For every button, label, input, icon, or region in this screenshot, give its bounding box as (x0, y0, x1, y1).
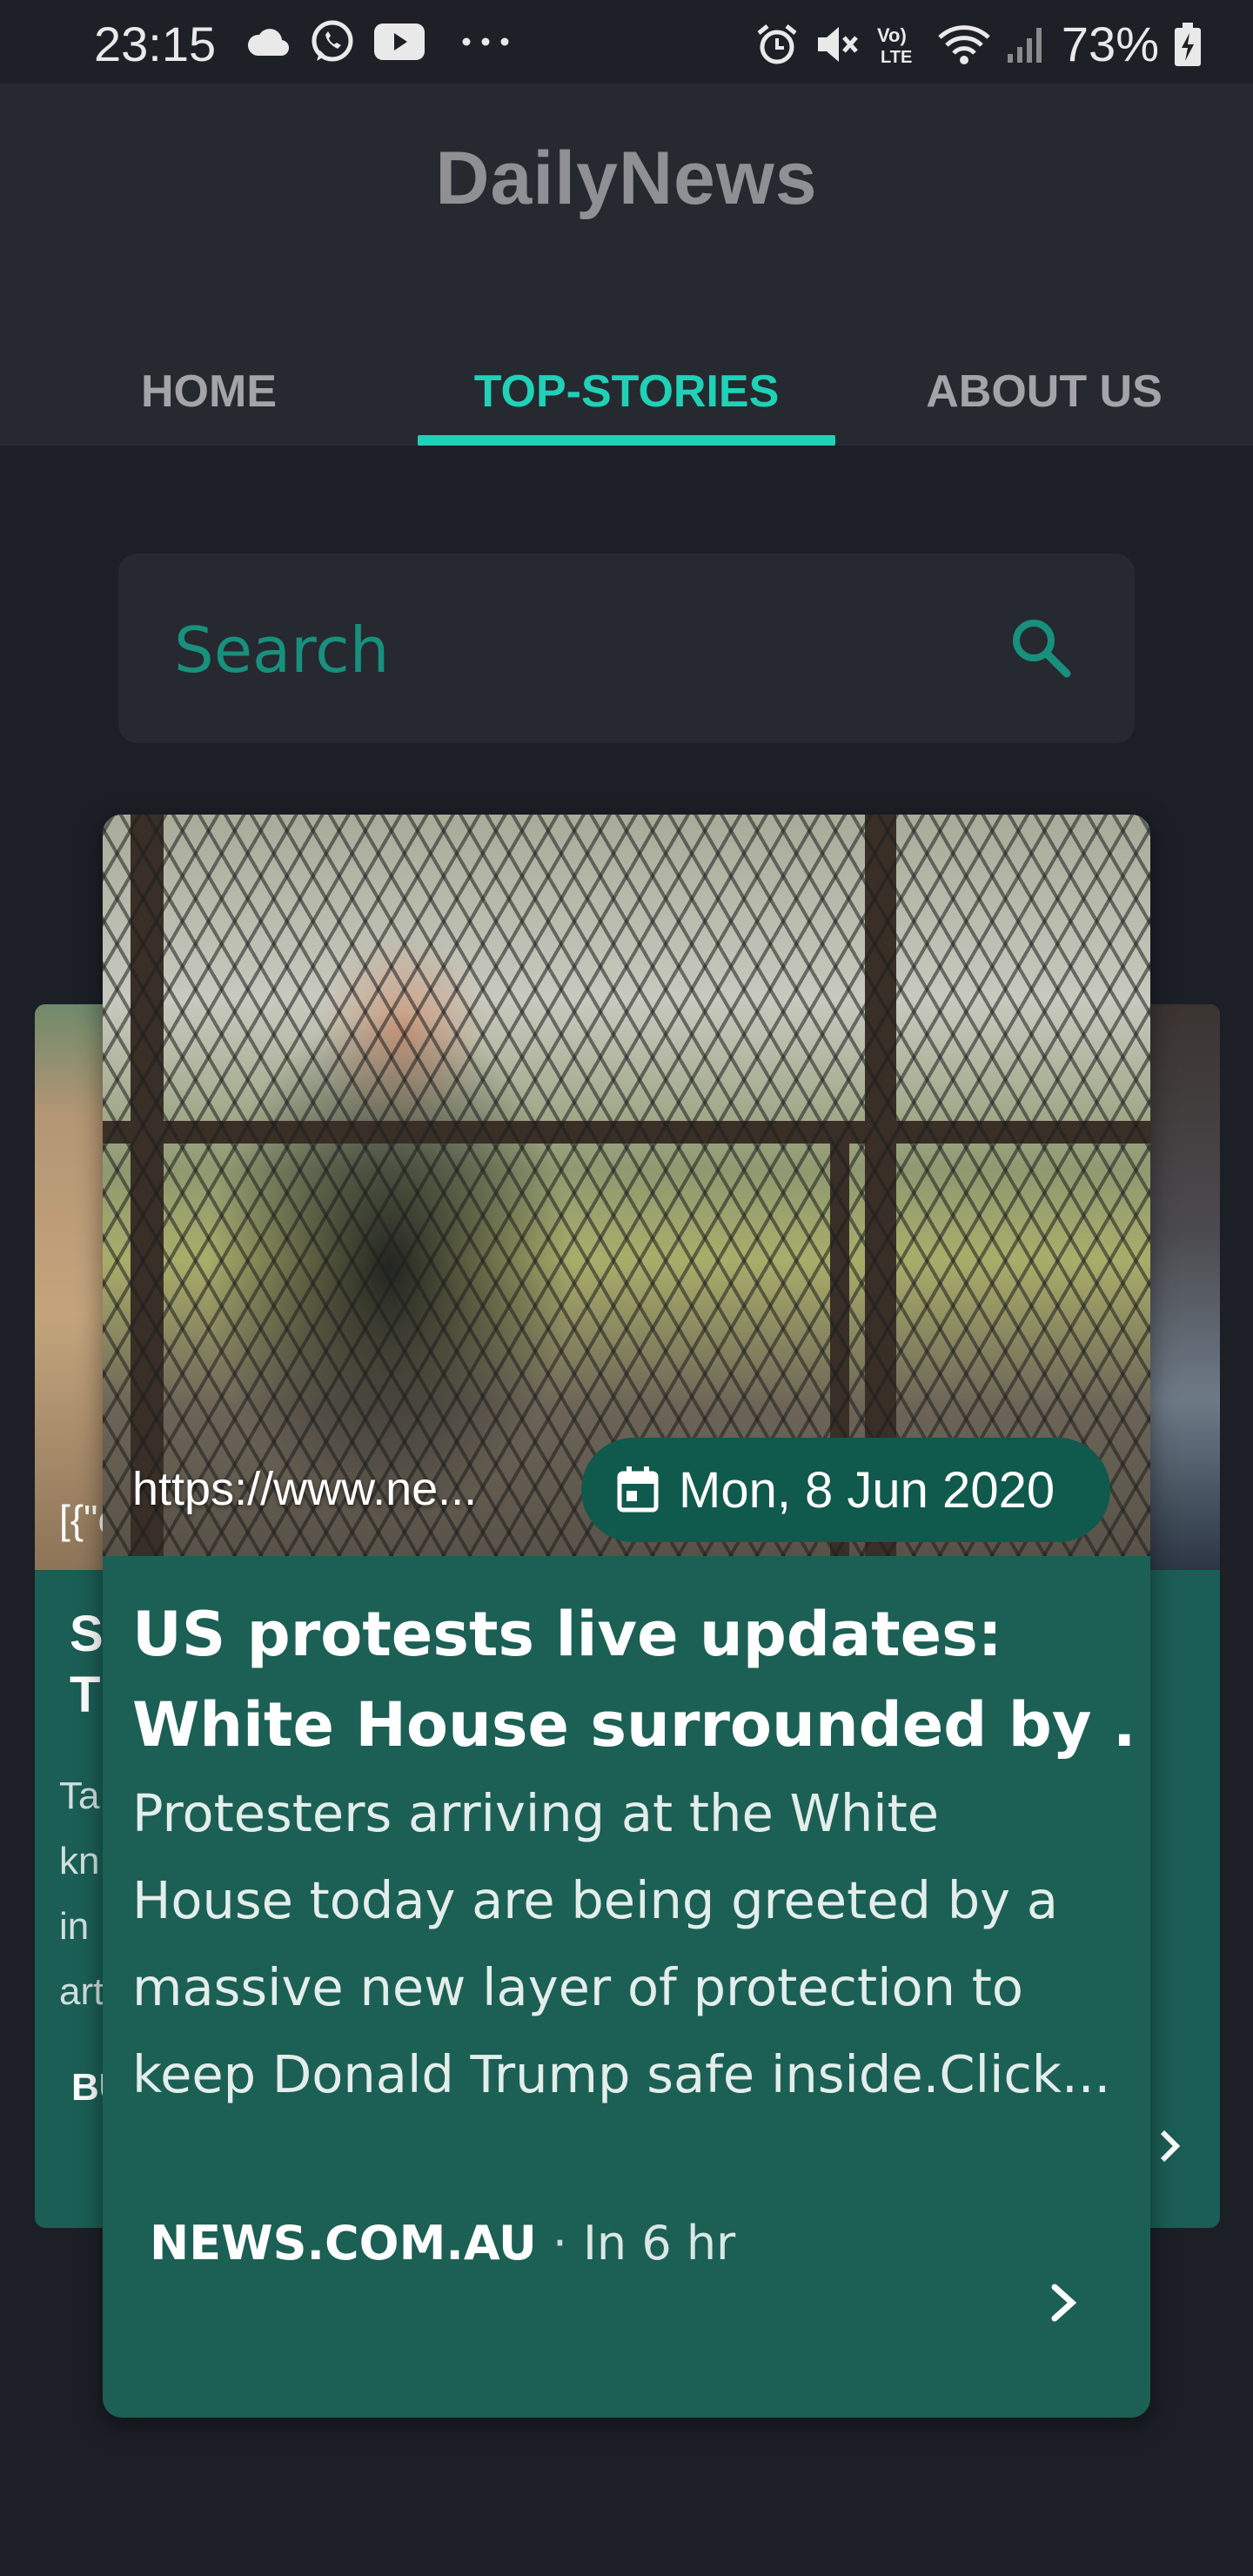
status-right-icons: Vo) LTE 73% (755, 16, 1201, 72)
search-input[interactable] (172, 606, 959, 694)
volte-icon: Vo) LTE (877, 24, 912, 66)
more-dots-icon (462, 37, 509, 46)
news-card-title: US protests live updates: White House su… (132, 1589, 1133, 1770)
prev-card-desc-line: Ta (59, 1774, 100, 1817)
calendar-icon (617, 1466, 659, 1513)
title-line: White House surrounded by ... (132, 1689, 1133, 1761)
chevron-right-icon[interactable] (1046, 2280, 1081, 2325)
whatsapp-icon (312, 20, 353, 62)
next-news-card[interactable] (1140, 1004, 1220, 2228)
search-box (118, 553, 1135, 743)
status-bar: 23:15 Vo) LTE 73% (0, 0, 1253, 84)
prev-card-desc-line: art (59, 1970, 104, 2013)
meta-separator: · (552, 2216, 567, 2271)
news-card-url[interactable]: https://www.ne... (132, 1462, 477, 1516)
publish-time: In 6 hr (583, 2216, 736, 2271)
description-line: massive new layer of protection to (132, 1957, 1023, 2017)
mute-icon (817, 26, 858, 62)
battery-percent: 73% (1061, 17, 1159, 71)
prev-card-desc-line: in (59, 1905, 90, 1948)
app-bar: DailyNews HOME TOP-STORIES ABOUT US (0, 84, 1253, 446)
app-title: DailyNews (435, 137, 818, 220)
news-card-description: Protesters arriving at the White House t… (132, 1770, 1124, 2118)
tab-indicator (418, 435, 835, 446)
svg-text:Vo): Vo) (877, 24, 907, 46)
chevron-right-icon[interactable] (1156, 2127, 1185, 2165)
tab-home[interactable]: HOME (0, 301, 418, 446)
description-line: Protesters arriving at the White (132, 1783, 940, 1843)
next-card-image (1140, 1004, 1220, 1570)
news-card[interactable]: https://www.ne... Mon, 8 Jun 2020 US pro… (103, 815, 1150, 2418)
title-line: US protests live updates: (132, 1599, 1002, 1670)
tab-top-stories[interactable]: TOP-STORIES (418, 301, 835, 446)
description-line: House today are being greeted by a (132, 1870, 1058, 1930)
wifi-icon (938, 24, 990, 64)
svg-text:LTE: LTE (881, 48, 912, 66)
youtube-icon (374, 23, 425, 60)
tab-about-us[interactable]: ABOUT US (835, 301, 1253, 446)
battery-charging-icon (1175, 22, 1201, 66)
prev-card-desc-line: kn (59, 1840, 100, 1882)
source-name: NEWS.COM.AU (150, 2216, 537, 2271)
signal-icon (1007, 27, 1042, 63)
cloud-icon (247, 29, 290, 57)
date-text: Mon, 8 Jun 2020 (679, 1461, 1055, 1519)
status-left-icons (245, 19, 512, 64)
date-badge: Mon, 8 Jun 2020 (581, 1438, 1110, 1542)
description-line: keep Donald Trump safe inside.Click... (132, 2044, 1111, 2104)
news-card-meta: NEWS.COM.AU · In 6 hr (150, 2216, 735, 2271)
tab-bar: HOME TOP-STORIES ABOUT US (0, 301, 1253, 446)
status-time: 23:15 (94, 17, 217, 71)
alarm-icon (757, 23, 797, 64)
search-icon[interactable] (1008, 614, 1074, 681)
